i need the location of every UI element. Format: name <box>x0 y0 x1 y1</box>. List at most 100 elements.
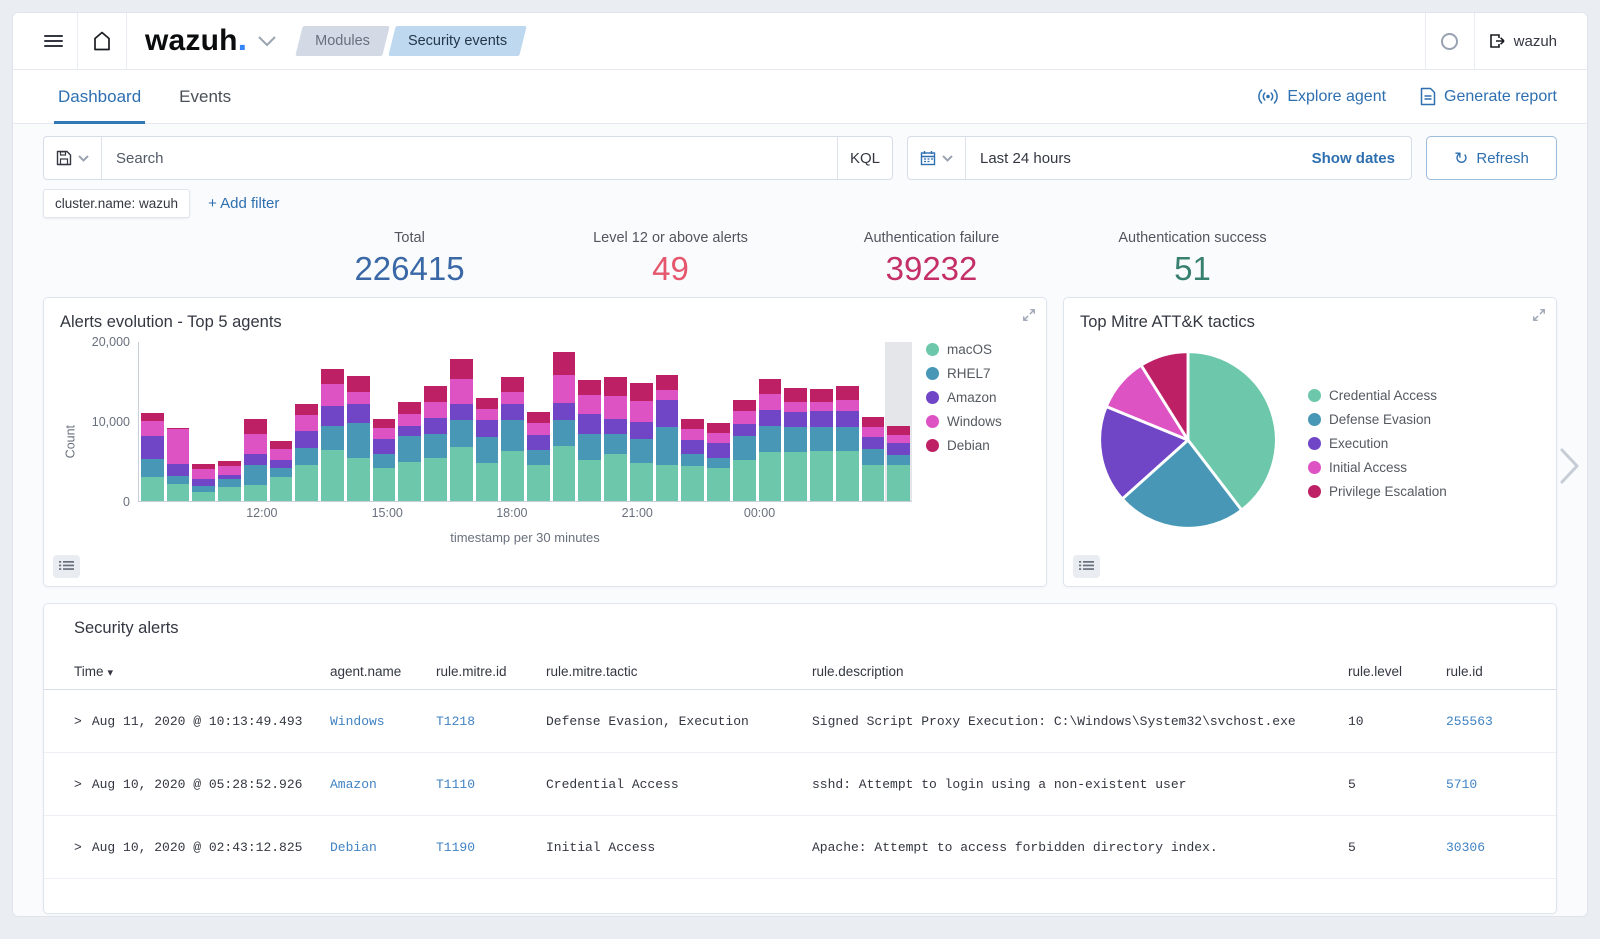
pie-svg[interactable] <box>1092 344 1284 536</box>
stat-value[interactable]: 49 <box>540 248 801 289</box>
kql-toggle[interactable]: KQL <box>837 137 892 179</box>
cell-mitre-id-link[interactable]: T1218 <box>436 714 475 729</box>
stat-value[interactable]: 39232 <box>801 248 1062 289</box>
carousel-next-chevron[interactable] <box>1559 447 1581 485</box>
generate-report-button[interactable]: Generate report <box>1420 87 1557 106</box>
legend-item[interactable]: RHEL7 <box>926 366 1030 381</box>
logout-icon <box>1489 33 1506 49</box>
column-header-agent-name[interactable]: agent.name <box>330 664 436 679</box>
row-expand-chevron-icon[interactable]: > <box>74 777 82 792</box>
legend-item[interactable]: macOS <box>926 342 1030 357</box>
time-range-value[interactable]: Last 24 hours <box>966 150 1296 167</box>
bar-column[interactable] <box>784 342 807 501</box>
column-header-rule-mitre-id[interactable]: rule.mitre.id <box>436 664 546 679</box>
tab-bar: Dashboard Events Explore agent Generate … <box>13 70 1587 124</box>
bar-column[interactable] <box>862 342 885 501</box>
column-header-time[interactable]: Time▾ <box>74 664 330 679</box>
bar-column[interactable] <box>218 342 241 501</box>
search-input[interactable] <box>102 150 837 167</box>
legend-item[interactable]: Windows <box>926 414 1030 429</box>
bar-column[interactable] <box>887 342 910 501</box>
bar-column[interactable] <box>347 342 370 501</box>
column-header-rule-mitre-tactic[interactable]: rule.mitre.tactic <box>546 664 812 679</box>
bar-column[interactable] <box>167 342 190 501</box>
home-button[interactable] <box>78 13 126 70</box>
cell-mitre-id-link[interactable]: T1110 <box>436 777 475 792</box>
inspect-data-button[interactable] <box>53 555 80 578</box>
bar-column[interactable] <box>424 342 447 501</box>
bar-column[interactable] <box>476 342 499 501</box>
bar-column[interactable] <box>604 342 627 501</box>
bar-column[interactable] <box>630 342 653 501</box>
bar-column[interactable] <box>270 342 293 501</box>
legend-item[interactable]: Amazon <box>926 390 1030 405</box>
filter-pill-cluster-name[interactable]: cluster.name: wazuh <box>43 189 190 218</box>
legend-item[interactable]: Privilege Escalation <box>1308 484 1447 499</box>
show-dates-button[interactable]: Show dates <box>1296 150 1411 167</box>
explore-agent-button[interactable]: Explore agent <box>1257 88 1386 106</box>
row-expand-chevron-icon[interactable]: > <box>74 714 82 729</box>
bar-column[interactable] <box>398 342 421 501</box>
cell-rule-id-link[interactable]: 30306 <box>1446 840 1485 855</box>
bar-column[interactable] <box>141 342 164 501</box>
bar-column[interactable] <box>501 342 524 501</box>
legend-item[interactable]: Credential Access <box>1308 388 1447 403</box>
refresh-button[interactable]: ↻ Refresh <box>1426 136 1557 180</box>
bar-column[interactable] <box>759 342 782 501</box>
cell-rule-id-link[interactable]: 255563 <box>1446 714 1493 729</box>
breadcrumb-security-events[interactable]: Security events <box>392 26 523 56</box>
bar-column[interactable] <box>373 342 396 501</box>
bar-column[interactable] <box>450 342 473 501</box>
bar-column[interactable] <box>244 342 267 501</box>
logout-user-button[interactable]: wazuh <box>1475 33 1571 50</box>
bar-column[interactable] <box>656 342 679 501</box>
bar-column[interactable] <box>553 342 576 501</box>
chevron-down-icon <box>942 155 953 162</box>
bar-column[interactable] <box>578 342 601 501</box>
bar-column[interactable] <box>192 342 215 501</box>
cell-agent-name-link[interactable]: Windows <box>330 714 385 729</box>
wazuh-logo[interactable]: wazuh. <box>145 24 247 58</box>
bar-column[interactable] <box>681 342 704 501</box>
tab-dashboard[interactable]: Dashboard <box>58 70 141 124</box>
row-expand-chevron-icon[interactable]: > <box>74 840 82 855</box>
divider <box>126 13 127 70</box>
inspect-data-button[interactable] <box>1073 555 1100 578</box>
cell-agent-name-link[interactable]: Debian <box>330 840 377 855</box>
stat-value[interactable]: 226415 <box>279 248 540 289</box>
cell-rule-id-link[interactable]: 5710 <box>1446 777 1477 792</box>
expand-icon[interactable] <box>1022 308 1036 322</box>
bar-column[interactable] <box>733 342 756 501</box>
health-status-button[interactable] <box>1426 13 1474 70</box>
add-filter-button[interactable]: + Add filter <box>208 195 279 212</box>
chevron-down-icon[interactable] <box>257 35 277 47</box>
calendar-icon <box>920 150 936 166</box>
menu-button[interactable] <box>29 13 77 70</box>
calendar-dropdown-button[interactable] <box>908 137 966 179</box>
legend-item[interactable]: Defense Evasion <box>1308 412 1447 427</box>
expand-icon[interactable] <box>1532 308 1546 322</box>
panel-alerts-evolution: Alerts evolution - Top 5 agents Count 20… <box>43 297 1047 587</box>
bar-column[interactable] <box>295 342 318 501</box>
stat-value[interactable]: 51 <box>1062 248 1323 289</box>
column-header-rule-level[interactable]: rule.level <box>1348 664 1446 679</box>
app-window: wazuh. Modules Security events wazuh Das… <box>12 12 1588 917</box>
legend-item[interactable]: Debian <box>926 438 1030 453</box>
breadcrumb-modules[interactable]: Modules <box>299 26 386 56</box>
cell-mitre-id-link[interactable]: T1190 <box>436 840 475 855</box>
tab-events[interactable]: Events <box>179 70 231 124</box>
bar-column[interactable] <box>527 342 550 501</box>
saved-queries-button[interactable] <box>44 137 102 179</box>
stat-label: Authentication failure <box>801 230 1062 246</box>
column-header-rule-description[interactable]: rule.description <box>812 664 1348 679</box>
bar-column[interactable] <box>810 342 833 501</box>
cell-agent-name-link[interactable]: Amazon <box>330 777 377 792</box>
bar-column[interactable] <box>707 342 730 501</box>
sort-desc-icon: ▾ <box>108 667 114 679</box>
table-footer <box>44 879 1556 913</box>
bar-column[interactable] <box>836 342 859 501</box>
bar-column[interactable] <box>321 342 344 501</box>
legend-item[interactable]: Execution <box>1308 436 1447 451</box>
column-header-rule-id[interactable]: rule.id <box>1446 664 1526 679</box>
legend-item[interactable]: Initial Access <box>1308 460 1447 475</box>
